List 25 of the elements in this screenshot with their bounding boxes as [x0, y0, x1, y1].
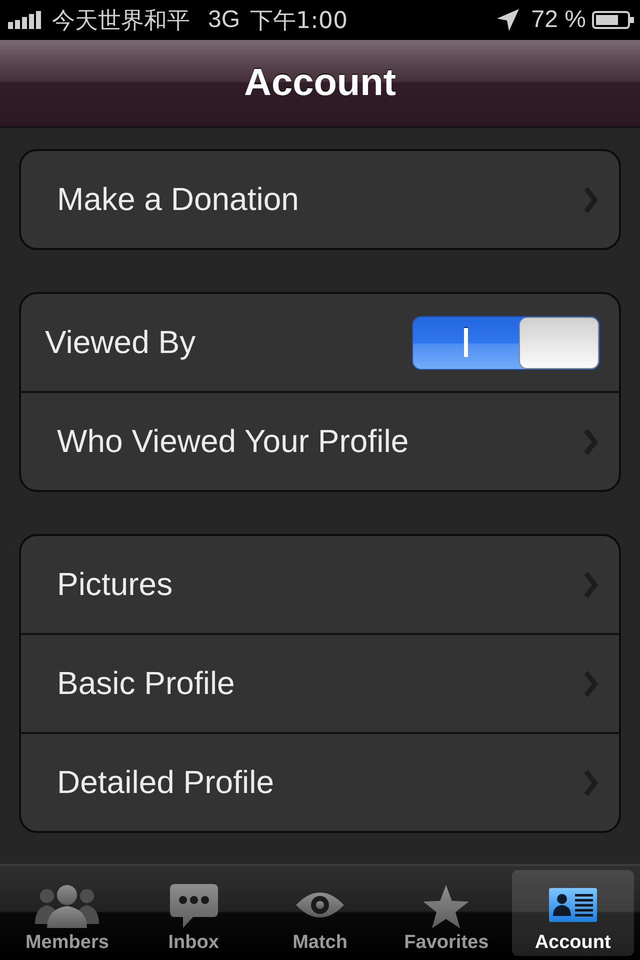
tab-item[interactable]: Match	[258, 870, 382, 956]
eye-icon	[296, 890, 344, 920]
tab-item[interactable]: Account	[512, 870, 634, 956]
speech-bubble-icon	[170, 884, 218, 928]
navigation-title: Account	[244, 62, 396, 104]
contact-card-icon	[548, 888, 597, 922]
signal-icon	[8, 11, 42, 29]
tab-item[interactable]: Members	[6, 870, 128, 956]
star-icon	[421, 884, 472, 930]
menu-row[interactable]: Make a Donation	[21, 151, 619, 248]
tab-item[interactable]: Favorites	[385, 870, 508, 956]
setting-label: Viewed By	[45, 324, 197, 361]
status-time: 下午1:00	[250, 6, 348, 36]
carrier-name: 今天世界和平	[52, 6, 190, 36]
menu-row[interactable]: Who Viewed Your Profile	[21, 391, 619, 490]
battery-icon	[592, 11, 634, 29]
menu-row[interactable]: Detailed Profile	[21, 732, 619, 831]
battery-percent: 72 %	[531, 6, 586, 34]
network-type: 3G	[208, 6, 240, 34]
menu-row[interactable]: Basic Profile	[21, 633, 619, 732]
location-arrow-icon	[497, 9, 520, 31]
menu-row[interactable]: Pictures	[21, 536, 619, 633]
tab-item[interactable]: Inbox	[132, 870, 255, 956]
people-icon	[35, 884, 100, 928]
toggle-switch[interactable]	[412, 316, 600, 370]
